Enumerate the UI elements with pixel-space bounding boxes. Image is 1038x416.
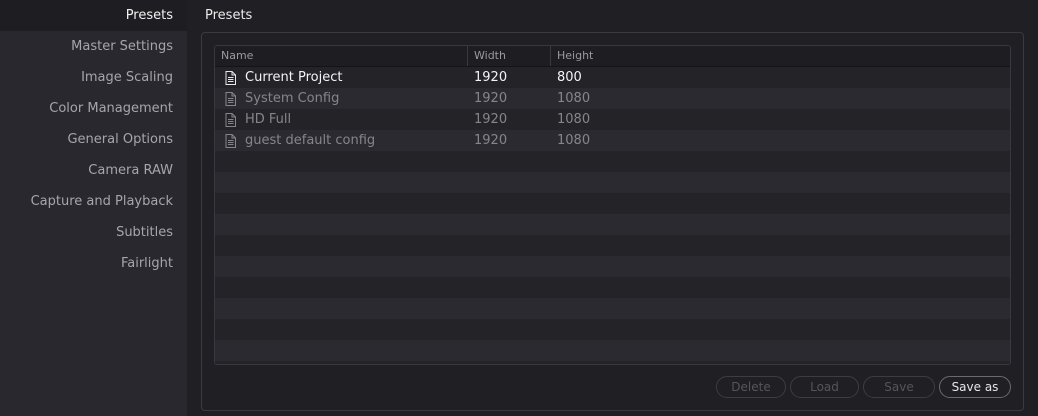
cell-name: Current Project [215,70,468,85]
cell-width: 1920 [474,91,508,106]
cell-height: 800 [557,70,582,85]
table-header: Name Width Height [215,46,1010,67]
sidebar-item-image-scaling[interactable]: Image Scaling [0,62,187,93]
empty-row [215,151,1010,172]
presets-main: Presets Name Width Height Current Projec… [187,0,1038,416]
preset-actions: Delete Load Save Save as [716,376,1011,398]
cell-height: 1080 [557,112,591,127]
settings-sidebar: Presets Master Settings Image Scaling Co… [0,0,187,416]
project-settings-window: Presets Master Settings Image Scaling Co… [0,0,1038,416]
empty-row [215,256,1010,277]
row-name-label: HD Full [245,112,292,127]
row-name-label: Current Project [245,70,343,85]
sidebar-item-fairlight[interactable]: Fairlight [0,248,187,279]
empty-row [215,319,1010,340]
cell-height: 1080 [557,91,591,106]
table-row[interactable]: guest default config 1920 1080 [215,130,1010,151]
document-icon [225,133,236,148]
sidebar-item-subtitles[interactable]: Subtitles [0,217,187,248]
page-title: Presets [205,8,253,23]
cell-height: 1080 [557,133,591,148]
table-row[interactable]: System Config 1920 1080 [215,88,1010,109]
table-row[interactable]: HD Full 1920 1080 [215,109,1010,130]
cell-name: guest default config [215,133,468,148]
row-name-label: System Config [245,91,340,106]
empty-row [215,193,1010,214]
sidebar-item-camera-raw[interactable]: Camera RAW [0,155,187,186]
save-as-button[interactable]: Save as [939,376,1011,398]
column-header-width[interactable]: Width [468,46,551,66]
sidebar-item-capture-and-playback[interactable]: Capture and Playback [0,186,187,217]
delete-button[interactable]: Delete [716,376,786,398]
column-header-name[interactable]: Name [215,46,468,66]
cell-name: HD Full [215,112,468,127]
document-icon [225,91,236,106]
document-icon [225,112,236,127]
load-button[interactable]: Load [790,376,859,398]
empty-row [215,277,1010,298]
empty-row [215,361,1010,364]
sidebar-item-general-options[interactable]: General Options [0,124,187,155]
document-icon [225,70,236,85]
table-row[interactable]: Current Project 1920 800 [215,67,1010,88]
presets-table: Name Width Height Current Project 1920 8… [214,45,1011,365]
empty-row [215,172,1010,193]
sidebar-item-presets[interactable]: Presets [0,0,187,31]
presets-panel: Name Width Height Current Project 1920 8… [201,32,1024,411]
cell-width: 1920 [474,133,508,148]
sidebar-item-color-management[interactable]: Color Management [0,93,187,124]
row-name-label: guest default config [245,133,376,148]
empty-row [215,235,1010,256]
cell-width: 1920 [474,112,508,127]
cell-name: System Config [215,91,468,106]
sidebar-item-master-settings[interactable]: Master Settings [0,31,187,62]
save-button[interactable]: Save [863,376,935,398]
column-header-height[interactable]: Height [551,46,1010,66]
empty-row [215,214,1010,235]
cell-width: 1920 [474,70,508,85]
empty-row [215,298,1010,319]
empty-row [215,340,1010,361]
